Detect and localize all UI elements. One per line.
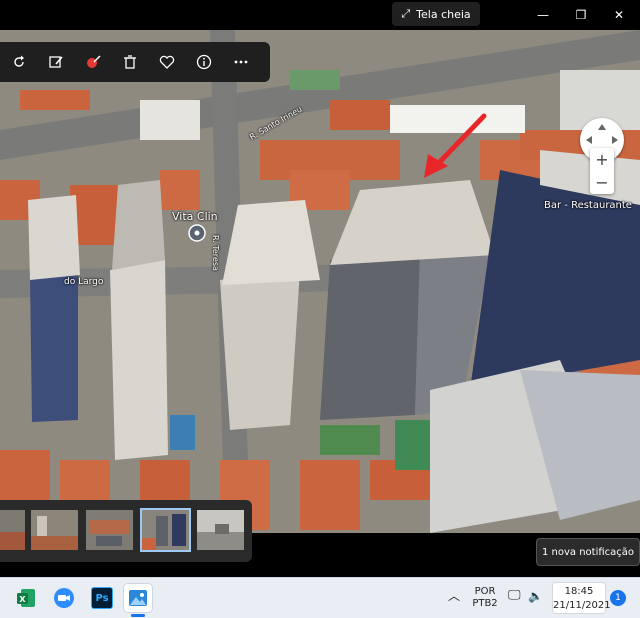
edit-image-icon (48, 56, 63, 68)
photoshop-app-button[interactable]: Ps (88, 584, 116, 612)
language-line2: PTB2 (472, 598, 498, 609)
location-pin-icon[interactable] (188, 224, 206, 242)
filmstrip-thumbnail[interactable] (86, 510, 133, 550)
zoom-control: + − (590, 148, 614, 194)
minimize-button[interactable]: — (528, 5, 558, 25)
remove-spot-icon (86, 55, 101, 68)
clock-time: 18:45 (564, 586, 594, 597)
info-button[interactable] (185, 42, 222, 82)
zoom-out-button[interactable]: − (590, 171, 614, 194)
thumbnail-image (0, 510, 25, 550)
photos-icon (129, 590, 147, 606)
edit-image-button[interactable] (37, 42, 74, 82)
remove-spot-button[interactable] (74, 42, 111, 82)
language-line1: POR (474, 586, 496, 597)
fullscreen-button[interactable]: ⤢ Tela cheia (392, 2, 480, 26)
expand-icon: ⤢ (401, 7, 411, 20)
thumbnail-image (86, 510, 133, 550)
excel-app-button[interactable]: X (12, 584, 40, 612)
filmstrip-thumbnail[interactable] (0, 510, 25, 550)
minimize-icon: — (537, 8, 549, 22)
rotate-button[interactable] (0, 42, 37, 82)
map-label-street-teresa: R. Teresa (211, 235, 220, 271)
close-icon: ✕ (613, 8, 625, 22)
minus-icon: − (595, 173, 609, 192)
zoom-in-button[interactable]: + (590, 148, 614, 171)
plus-icon: + (595, 150, 609, 169)
clock[interactable]: 18:45 21/11/2021 (552, 582, 611, 614)
thumbnail-image (31, 510, 78, 550)
notification-text: 1 nova notificação (541, 546, 635, 558)
photos-app-button[interactable] (124, 584, 152, 612)
photoshop-icon: Ps (91, 587, 113, 609)
zoom-icon (54, 588, 74, 608)
restore-icon: ❐ (575, 8, 587, 22)
fullscreen-label: Tela cheia (416, 7, 471, 21)
title-bar: ⤢ Tela cheia — ❐ ✕ (0, 0, 640, 30)
zoom-app-button[interactable] (50, 584, 78, 612)
map-label-street-largo: do Largo (64, 277, 104, 287)
thumbnail-image (142, 510, 189, 550)
volume-icon[interactable]: 🔈 (528, 590, 543, 602)
notification-toast[interactable]: 1 nova notificação (536, 538, 640, 566)
rotate-icon (13, 55, 24, 67)
filmstrip-thumbnail-selected[interactable] (140, 508, 191, 552)
photo-view[interactable]: Vita Clin do Largo R. Santo Irineu R. Te… (0, 30, 640, 533)
filmstrip (0, 500, 252, 562)
svg-text:X: X (19, 595, 26, 604)
notification-count: 1 (615, 593, 621, 603)
notification-badge[interactable]: 1 (610, 590, 626, 606)
delete-button[interactable] (111, 42, 148, 82)
network-icon[interactable]: 🖵 (508, 589, 521, 602)
clock-date: 21/11/2021 (553, 600, 611, 611)
info-icon (196, 54, 211, 70)
photoshop-label: Ps (95, 592, 109, 604)
delete-icon (123, 55, 136, 69)
map-label-place: Vita Clin (172, 210, 218, 223)
excel-icon: X (17, 589, 35, 607)
favorite-button[interactable] (148, 42, 185, 82)
thumbnail-image (197, 510, 244, 550)
filmstrip-thumbnail[interactable] (197, 510, 244, 550)
map-label-bar: Bar - Restaurante (544, 200, 632, 211)
language-indicator[interactable]: POR PTB2 (470, 586, 500, 610)
more-options-button[interactable] (222, 42, 259, 82)
taskbar: X Ps ︿ POR PTB2 🖵 🔈 18:45 21/11/2021 1 (0, 577, 640, 618)
restore-button[interactable]: ❐ (566, 5, 596, 25)
favorite-heart-icon (159, 55, 174, 69)
viewer-toolbar (0, 42, 270, 82)
more-options-icon (234, 60, 247, 64)
chevron-up-icon[interactable]: ︿ (448, 590, 460, 602)
close-button[interactable]: ✕ (604, 5, 634, 25)
filmstrip-thumbnail[interactable] (31, 510, 78, 550)
